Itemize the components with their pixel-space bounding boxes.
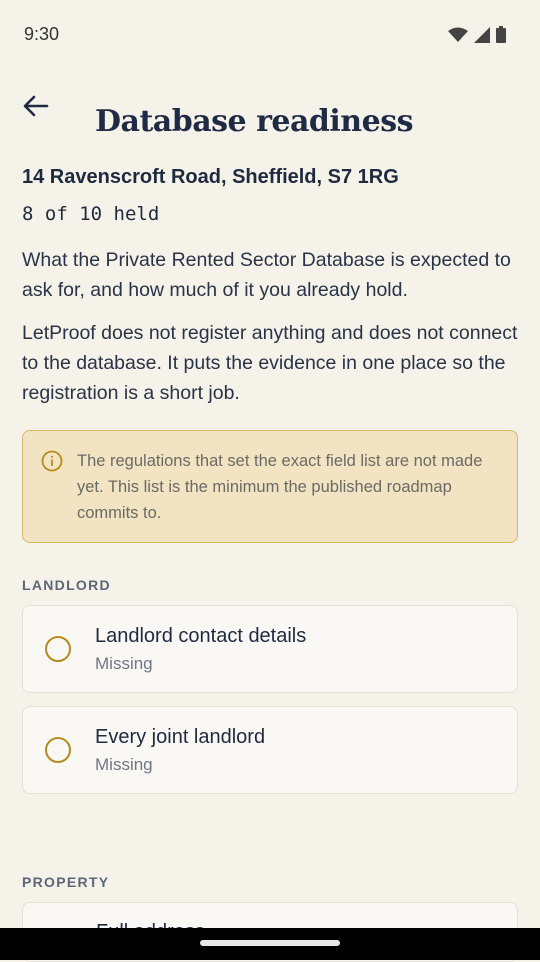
- info-icon: [41, 450, 63, 472]
- arrow-back-icon: [23, 95, 49, 117]
- home-gesture-handle[interactable]: [200, 940, 340, 946]
- app-bar: Database readiness: [0, 70, 540, 140]
- item-status: Missing: [95, 754, 153, 774]
- status-time: 9:30: [24, 24, 60, 44]
- item-title: Every joint landlord: [95, 725, 266, 748]
- section-label-property: PROPERTY: [22, 874, 110, 890]
- page-title: Database readiness: [95, 104, 413, 140]
- landlord-cards: Landlord contact details Missing Every j…: [22, 605, 518, 794]
- section-label-landlord: LANDLORD: [22, 577, 111, 593]
- intro-paragraph-1: What the Private Rented Sector Database …: [22, 249, 511, 301]
- status-icons: [448, 26, 506, 43]
- notice-text: The regulations that set the exact field…: [77, 452, 483, 522]
- intro-paragraph-2: LetProof does not register anything and …: [22, 322, 518, 404]
- held-count: 8 of 10 held: [22, 203, 160, 225]
- wifi-icon: [448, 27, 468, 42]
- checklist-item-landlord-contact[interactable]: Landlord contact details Missing: [22, 605, 518, 693]
- checklist-item-joint-landlord[interactable]: Every joint landlord Missing: [22, 706, 518, 794]
- signal-icon: [474, 26, 490, 43]
- status-bar: 9:30: [0, 0, 540, 70]
- content: 14 Ravenscroft Road, Sheffield, S7 1RG 8…: [22, 166, 518, 794]
- status-circle-icon: [45, 636, 71, 662]
- status-circle-icon: [45, 737, 71, 763]
- item-title: Landlord contact details: [95, 624, 307, 647]
- battery-icon: [496, 26, 506, 43]
- system-nav-bar: [0, 928, 540, 960]
- notice-box: The regulations that set the exact field…: [22, 430, 518, 543]
- property-address: 14 Ravenscroft Road, Sheffield, S7 1RG: [22, 166, 399, 188]
- item-status: Missing: [95, 653, 153, 673]
- back-button[interactable]: [16, 88, 56, 124]
